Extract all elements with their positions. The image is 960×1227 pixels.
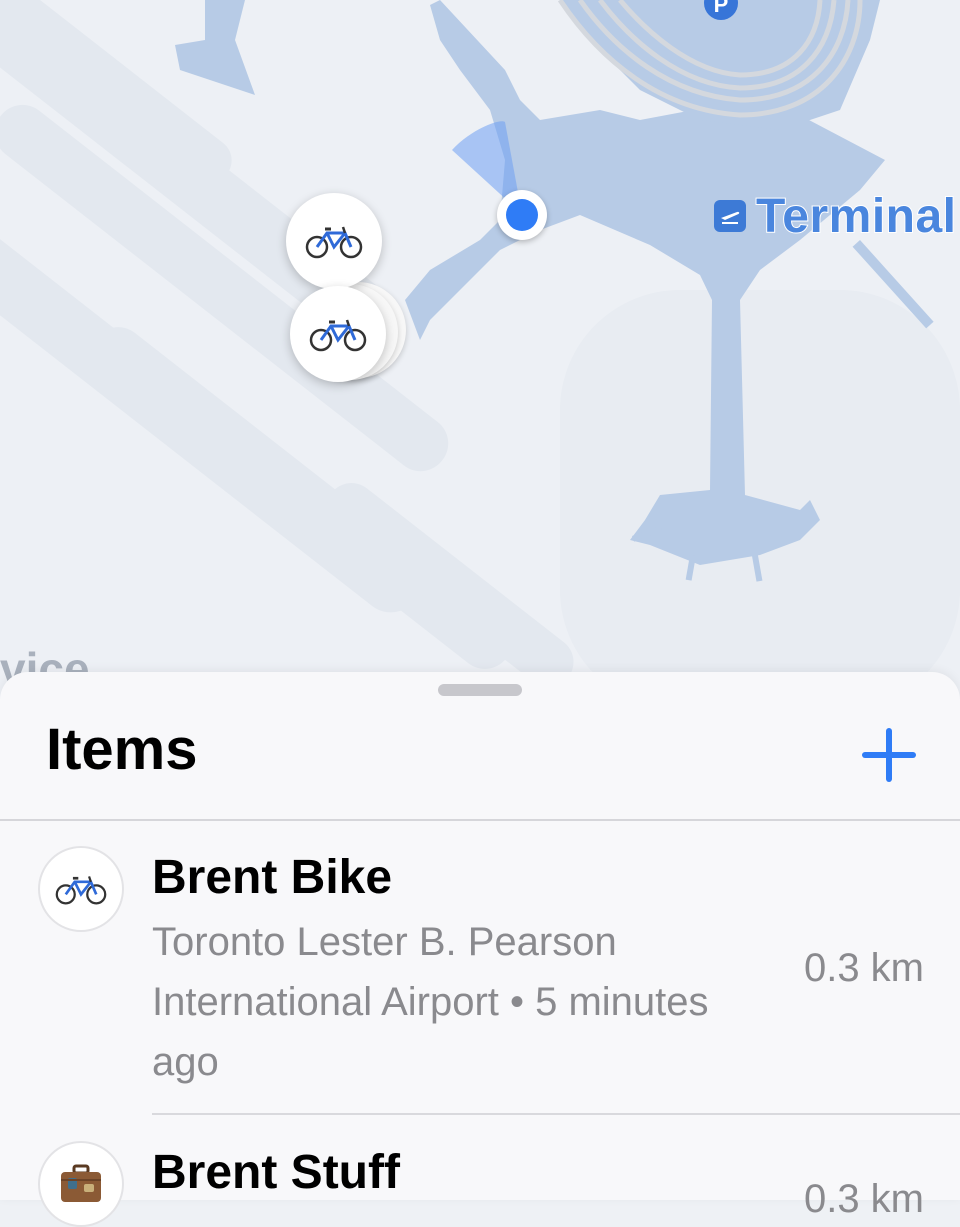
bike-pin-2[interactable] bbox=[290, 286, 386, 382]
user-location-core bbox=[506, 199, 538, 231]
item-distance: 0.3 km bbox=[803, 946, 924, 990]
item-avatar bbox=[38, 846, 124, 932]
plus-icon bbox=[862, 728, 916, 782]
terminal-map-label[interactable]: Terminal bbox=[714, 189, 957, 244]
page-title: Items bbox=[46, 717, 198, 782]
bicycle-icon bbox=[309, 319, 367, 352]
airplane-departure-icon bbox=[714, 200, 746, 232]
item-name: Brent Bike bbox=[152, 851, 393, 904]
terminal-label-text: Terminal bbox=[755, 189, 957, 244]
list-item[interactable]: Brent Bike Toronto Lester B. Pearson Int… bbox=[0, 820, 960, 1114]
items-sheet[interactable]: Items Brent Bike Toronto Lester B. Pears… bbox=[0, 672, 960, 1227]
bicycle-icon bbox=[305, 226, 363, 259]
map-view[interactable]: P vice Terminal bbox=[0, 0, 960, 720]
add-item-button[interactable] bbox=[854, 720, 924, 790]
bike-pin-1[interactable] bbox=[286, 193, 382, 289]
item-name: Brent Stuff bbox=[152, 1146, 400, 1199]
map-base bbox=[0, 0, 960, 710]
sheet-header: Items bbox=[0, 672, 960, 820]
bicycle-icon bbox=[55, 876, 107, 905]
item-location: Toronto Lester B. Pearson International … bbox=[152, 920, 709, 1084]
item-avatar bbox=[38, 1141, 124, 1227]
suitcase-icon bbox=[61, 1164, 101, 1202]
user-location-dot[interactable] bbox=[497, 190, 547, 240]
list-item[interactable]: Brent Stuff 0.3 km bbox=[0, 1115, 960, 1227]
